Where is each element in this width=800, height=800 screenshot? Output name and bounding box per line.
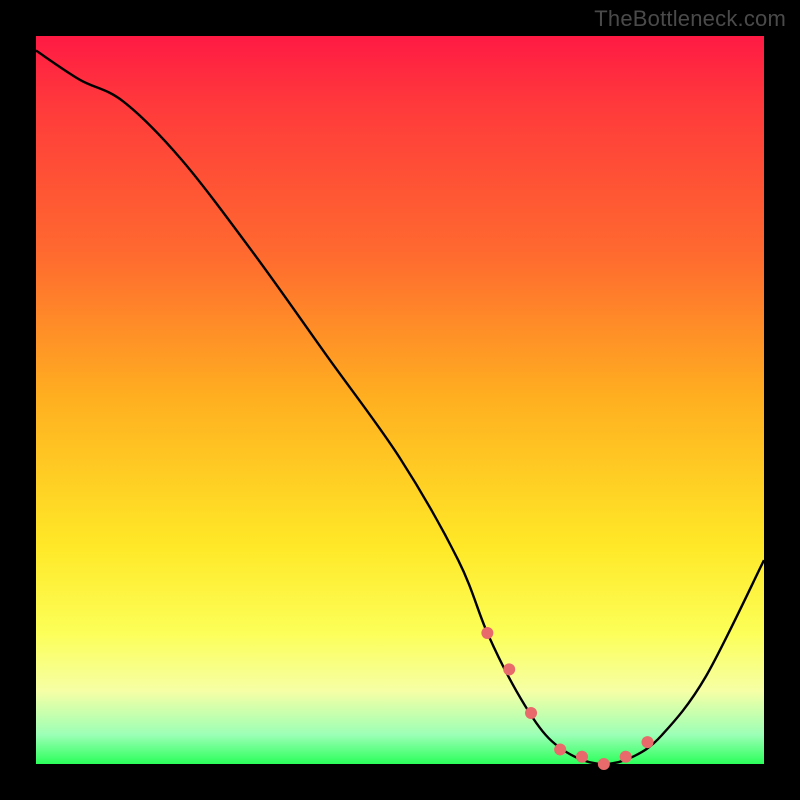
highlight-dot — [525, 707, 537, 719]
curve-layer — [36, 36, 764, 764]
highlight-dot — [481, 627, 493, 639]
highlight-dot — [576, 751, 588, 763]
highlight-markers — [481, 627, 653, 770]
chart-frame: TheBottleneck.com — [0, 0, 800, 800]
highlight-dot — [503, 663, 515, 675]
attribution-label: TheBottleneck.com — [594, 6, 786, 32]
highlight-dot — [642, 736, 654, 748]
plot-area — [36, 36, 764, 764]
bottleneck-curve — [36, 51, 764, 764]
highlight-dot — [620, 751, 632, 763]
highlight-dot — [554, 743, 566, 755]
highlight-dot — [598, 758, 610, 770]
